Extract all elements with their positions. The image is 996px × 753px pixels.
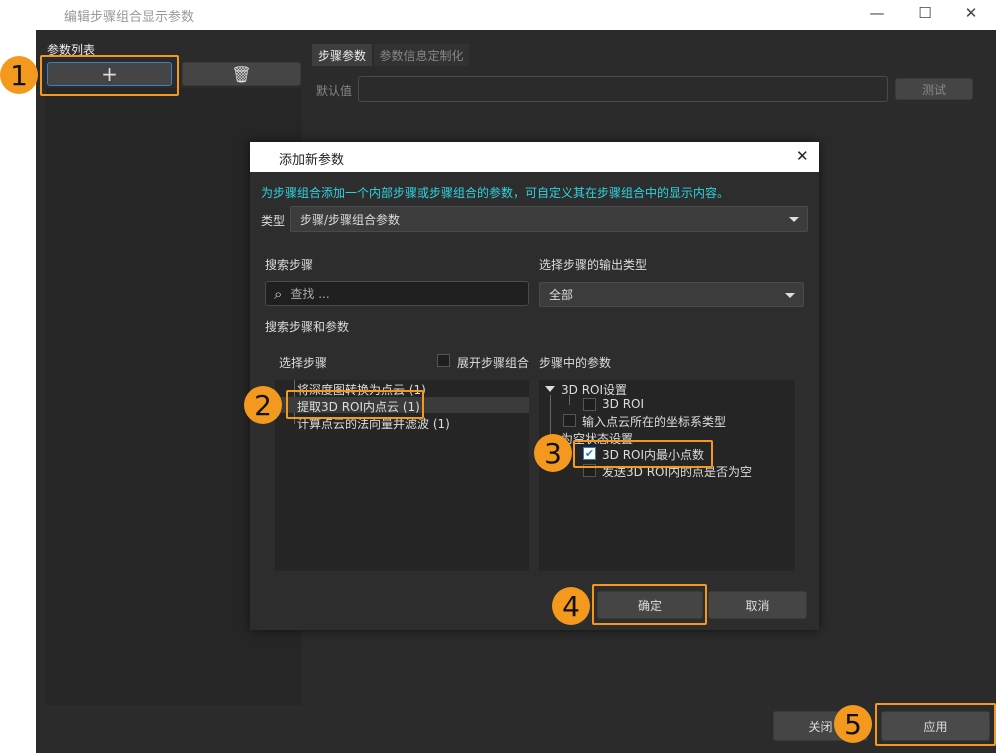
step-badge: 1: [0, 56, 38, 94]
dialog-title: 添加新参数: [279, 153, 345, 168]
param-checkbox[interactable]: [563, 414, 576, 427]
title-bar: 编辑步骤组合显示参数 — ☐ ✕: [0, 0, 996, 30]
dialog-close-icon[interactable]: ✕: [796, 147, 809, 165]
tab-step-params[interactable]: 步骤参数: [312, 44, 372, 66]
param-group: 3D ROI设置: [561, 383, 628, 397]
highlight-box: [286, 390, 424, 419]
search-input[interactable]: 查找 ...: [290, 285, 329, 302]
tab-param-info-custom[interactable]: 参数信息定制化: [374, 44, 469, 66]
step-badge: 4: [552, 587, 590, 625]
test-button[interactable]: 测试: [895, 78, 973, 100]
highlight-box: [40, 55, 179, 96]
search-steps-label: 搜索步骤: [265, 258, 314, 272]
step-badge: 2: [244, 386, 282, 424]
search-icon: ⌕: [274, 284, 283, 303]
chevron-down-icon: [785, 292, 795, 298]
highlight-box: [592, 584, 707, 625]
type-select[interactable]: 步骤/步骤组合参数: [290, 206, 808, 232]
dialog-header: 添加新参数 ✕: [250, 142, 819, 172]
dialog-info: 为步骤组合添加一个内部步骤或步骤组合的参数，可自定义其在步骤组合中的显示内容。: [261, 186, 730, 200]
maximize-icon[interactable]: ☐: [910, 4, 940, 22]
param-item: 输入点云所在的坐标系类型: [582, 415, 727, 429]
cancel-button[interactable]: 取消: [708, 591, 807, 619]
step-badge: 3: [534, 434, 572, 472]
window-title: 编辑步骤组合显示参数: [64, 10, 195, 25]
expand-checkbox[interactable]: [437, 354, 450, 367]
output-type-label: 选择步骤的输出类型: [539, 258, 648, 272]
expand-label: 展开步骤组合: [457, 356, 530, 370]
close-icon[interactable]: ✕: [956, 4, 986, 22]
minimize-icon[interactable]: —: [862, 4, 892, 22]
param-tree[interactable]: 3D ROI设置 3D ROI 输入点云所在的坐标系类型 为空状态设置 ✔ 3D…: [539, 380, 795, 571]
add-param-dialog: 添加新参数 ✕ 为步骤组合添加一个内部步骤或步骤组合的参数，可自定义其在步骤组合…: [250, 142, 819, 630]
params-label: 步骤中的参数: [539, 356, 612, 370]
step-badge: 5: [834, 705, 872, 743]
search-steps-params-label: 搜索步骤和参数: [265, 320, 350, 334]
expand-triangle-icon[interactable]: [545, 386, 555, 392]
param-checkbox[interactable]: [583, 398, 596, 411]
chevron-down-icon: [789, 217, 799, 222]
delete-param-button[interactable]: 🗑: [182, 62, 301, 86]
highlight-box: [875, 703, 996, 746]
default-value-label: 默认值: [316, 84, 353, 98]
default-value-input[interactable]: [358, 76, 888, 102]
highlight-box: [573, 440, 713, 468]
param-item: 3D ROI: [602, 397, 645, 411]
output-type-select[interactable]: 全部: [539, 282, 804, 307]
type-label: 类型: [261, 214, 286, 228]
output-type-value: 全部: [549, 288, 574, 302]
select-step-label: 选择步骤: [279, 356, 328, 370]
trash-icon: 🗑: [231, 64, 252, 84]
type-value: 步骤/步骤组合参数: [300, 212, 401, 227]
